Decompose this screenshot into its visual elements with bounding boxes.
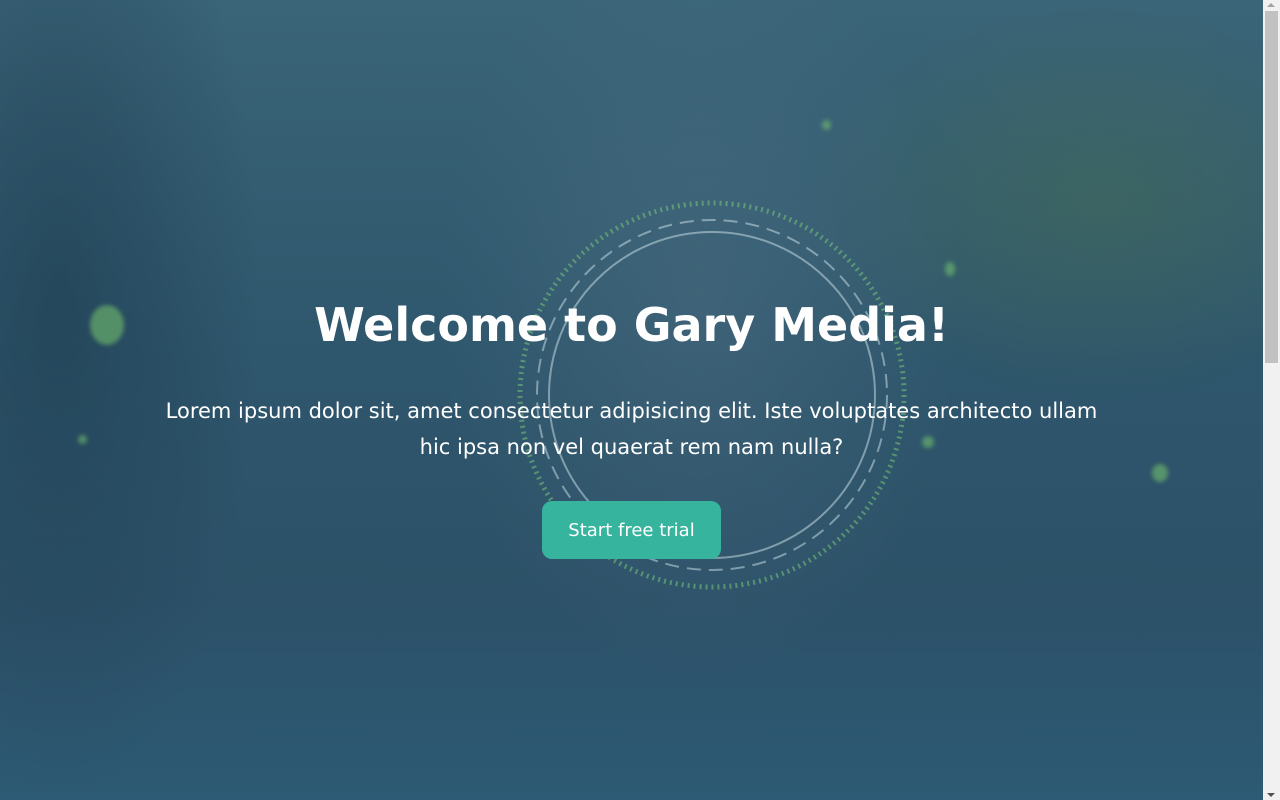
hero-section: Welcome to Gary Media! Lorem ipsum dolor… — [0, 0, 1263, 800]
hero-description: Lorem ipsum dolor sit, amet consectetur … — [165, 399, 1098, 459]
bokeh-light — [945, 262, 955, 276]
page-title: Welcome to Gary Media! — [314, 298, 949, 352]
scrollbar-thumb[interactable] — [1265, 11, 1278, 363]
vertical-scrollbar[interactable] — [1263, 0, 1280, 800]
bokeh-light — [822, 120, 831, 130]
scroll-up-arrow-icon[interactable] — [1267, 3, 1275, 7]
scroll-down-arrow-icon[interactable] — [1267, 793, 1275, 797]
bokeh-light — [78, 435, 87, 444]
bokeh-light — [1152, 464, 1168, 482]
start-free-trial-button[interactable]: Start free trial — [542, 501, 721, 559]
